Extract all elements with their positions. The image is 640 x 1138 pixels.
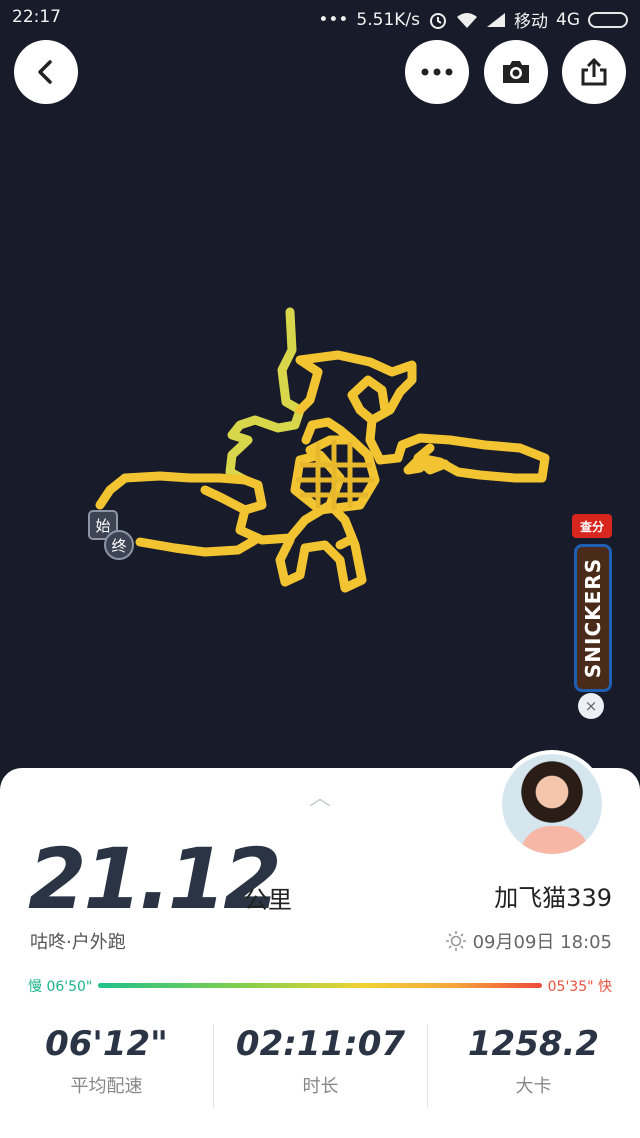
- distance-unit: 公里: [244, 886, 292, 914]
- stat-duration: 02:11:07 时长: [214, 1024, 427, 1098]
- pace-gradient-bar: [98, 983, 542, 988]
- chevron-left-icon: [38, 60, 52, 84]
- sun-icon: [445, 931, 466, 951]
- back-button[interactable]: [14, 40, 78, 104]
- stat-label: 大卡: [515, 1076, 552, 1097]
- stat-avg-pace: 06'12" 平均配速: [0, 1024, 213, 1098]
- ad-close-button[interactable]: ×: [578, 693, 604, 719]
- network-type: 4G: [556, 9, 580, 30]
- alarm-icon: [430, 12, 446, 29]
- distance-value: 21.12: [28, 830, 282, 928]
- status-bar: 22:17 ••• 5.51K/s 移动 4G: [0, 0, 640, 36]
- pace-slow-label: 慢 06'50": [28, 979, 93, 995]
- route-path-drawing: [95, 307, 550, 593]
- battery-icon: [588, 11, 628, 28]
- share-icon: [581, 57, 607, 86]
- signal-icon: [487, 12, 505, 27]
- stat-label: 时长: [302, 1076, 339, 1097]
- pace-range: 慢 06'50" 05'35" 快: [28, 976, 612, 996]
- avatar[interactable]: [498, 750, 606, 858]
- more-icon: [421, 68, 453, 76]
- ad-tag: 查分: [572, 514, 612, 538]
- camera-icon: [503, 61, 529, 83]
- stats-row: 06'12" 平均配速 02:11:07 时长 1258.2 大卡: [0, 1024, 640, 1114]
- ad-brand-logo: SNICKERS: [574, 544, 612, 692]
- more-button[interactable]: [405, 40, 469, 104]
- sport-type: 咕咚·户外跑: [30, 932, 126, 953]
- datetime-text: 09月09日 18:05: [472, 932, 612, 953]
- stat-calories: 1258.2 大卡: [427, 1024, 640, 1098]
- pace-fast-label: 05'35" 快: [547, 979, 612, 995]
- route-end-marker: 终: [104, 530, 134, 560]
- wifi-icon: [457, 12, 477, 28]
- carrier-label: 移动: [514, 12, 548, 32]
- route-map[interactable]: 始 终: [0, 0, 640, 770]
- status-time: 22:17: [12, 7, 61, 27]
- summary-panel: ︿ 21.12 公里 加飞猫339 咕咚·户外跑 09月09日 18:05 慢 …: [0, 750, 640, 1138]
- stat-value: 02:11:07: [235, 1024, 406, 1064]
- network-speed: 5.51K/s: [356, 9, 420, 30]
- ad-banner[interactable]: 查分 SNICKERS: [568, 514, 616, 694]
- camera-button[interactable]: [484, 40, 548, 104]
- share-button[interactable]: [562, 40, 626, 104]
- panel-handle[interactable]: ︿: [309, 780, 331, 812]
- run-datetime: 09月09日 18:05: [445, 928, 612, 954]
- status-dots: •••: [318, 9, 349, 30]
- stat-label: 平均配速: [70, 1076, 143, 1097]
- username[interactable]: 加飞猫339: [494, 878, 612, 913]
- stat-value: 06'12": [45, 1024, 168, 1064]
- stat-value: 1258.2: [467, 1024, 600, 1064]
- ad-brand-text: SNICKERS: [581, 557, 605, 679]
